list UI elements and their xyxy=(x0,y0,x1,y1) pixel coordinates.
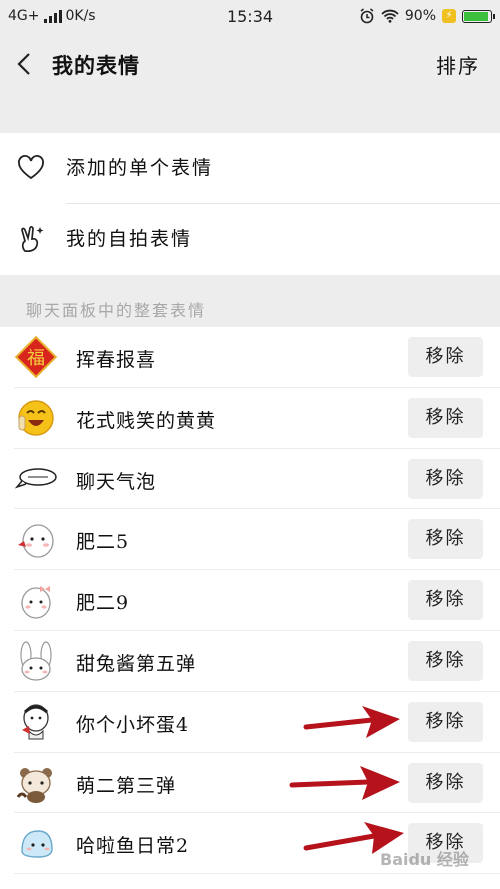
list-item: 聊天气泡 移除 xyxy=(0,449,500,510)
pack-name: 肥二9 xyxy=(76,592,130,615)
chubby-bear-bow-icon xyxy=(21,586,51,619)
sort-button[interactable]: 排序 xyxy=(436,50,480,79)
pack-name: 肥二5 xyxy=(76,531,130,554)
pack-name: 你个小坏蛋4 xyxy=(76,713,190,736)
pack-name: 甜兔酱第五弹 xyxy=(76,652,197,675)
list-item: 甜兔酱第五弹 移除 xyxy=(0,631,500,692)
battery-percent: 90% xyxy=(404,8,436,24)
sticker-pack-list: 福 挥春报喜 移除 花式贱笑的黄黄 移除 聊天气泡 移除 肥二5 移除 肥二9 … xyxy=(0,327,500,889)
chubby-bear-icon xyxy=(18,524,54,559)
battery-icon xyxy=(462,9,495,23)
list-item: 你个小坏蛋4 移除 xyxy=(0,692,500,753)
raccoon-icon xyxy=(16,767,52,803)
egg-kid-icon xyxy=(22,704,49,740)
remove-button[interactable]: 移除 xyxy=(408,458,483,499)
charging-icon: ⚡ xyxy=(442,9,456,23)
status-bar: 4G+ 0K/s 15:34 90% ⚡ xyxy=(0,0,500,34)
pack-name: 哈啦鱼日常2 xyxy=(76,835,190,858)
remove-button[interactable]: 移除 xyxy=(408,580,483,621)
list-item: 肥二9 移除 xyxy=(0,570,500,631)
remove-button[interactable]: 移除 xyxy=(408,337,483,377)
bunny-icon xyxy=(20,641,52,681)
pack-name: 萌二第三弹 xyxy=(76,774,177,797)
svg-text:福: 福 xyxy=(27,348,45,369)
section-header: 聊天面板中的整套表情 xyxy=(26,301,207,320)
menu-item-selfie-stickers[interactable]: 我的自拍表情 xyxy=(0,204,500,275)
list-item: 萌二第三弹 移除 xyxy=(0,753,500,814)
pack-name: 挥春报喜 xyxy=(76,349,157,371)
page-title: 我的表情 xyxy=(52,53,140,78)
fu-sticker-icon: 福 xyxy=(14,335,58,379)
list-item: 花式贱笑的黄黄 移除 xyxy=(0,388,500,449)
nav-header: 我的表情 排序 xyxy=(0,34,500,94)
peace-hand-icon xyxy=(21,226,44,253)
menu-item-label: 我的自拍表情 xyxy=(66,228,193,250)
remove-button[interactable]: 移除 xyxy=(408,701,483,742)
pack-name: 聊天气泡 xyxy=(76,470,157,493)
alarm-icon xyxy=(360,8,374,24)
wifi-icon xyxy=(381,9,399,23)
remove-button[interactable]: 移除 xyxy=(408,397,483,438)
remove-button[interactable]: 移除 xyxy=(408,640,483,681)
remove-button[interactable]: 移除 xyxy=(408,762,483,803)
list-item: 肥二5 移除 xyxy=(0,509,500,570)
menu-item-single-stickers[interactable]: 添加的单个表情 xyxy=(0,133,500,204)
watermark: Baidu 经验 xyxy=(380,850,469,869)
blue-fish-icon xyxy=(21,830,53,859)
speech-bubble-icon xyxy=(14,467,57,489)
back-arrow-icon[interactable] xyxy=(14,52,36,76)
laughing-face-icon xyxy=(18,400,54,436)
remove-button[interactable]: 移除 xyxy=(408,519,483,560)
pack-name: 花式贱笑的黄黄 xyxy=(76,409,217,432)
top-section: 添加的单个表情 我的自拍表情 xyxy=(0,133,500,275)
heart-icon xyxy=(18,155,44,180)
menu-item-label: 添加的单个表情 xyxy=(66,157,214,179)
list-item: 福 挥春报喜 移除 xyxy=(0,327,500,388)
